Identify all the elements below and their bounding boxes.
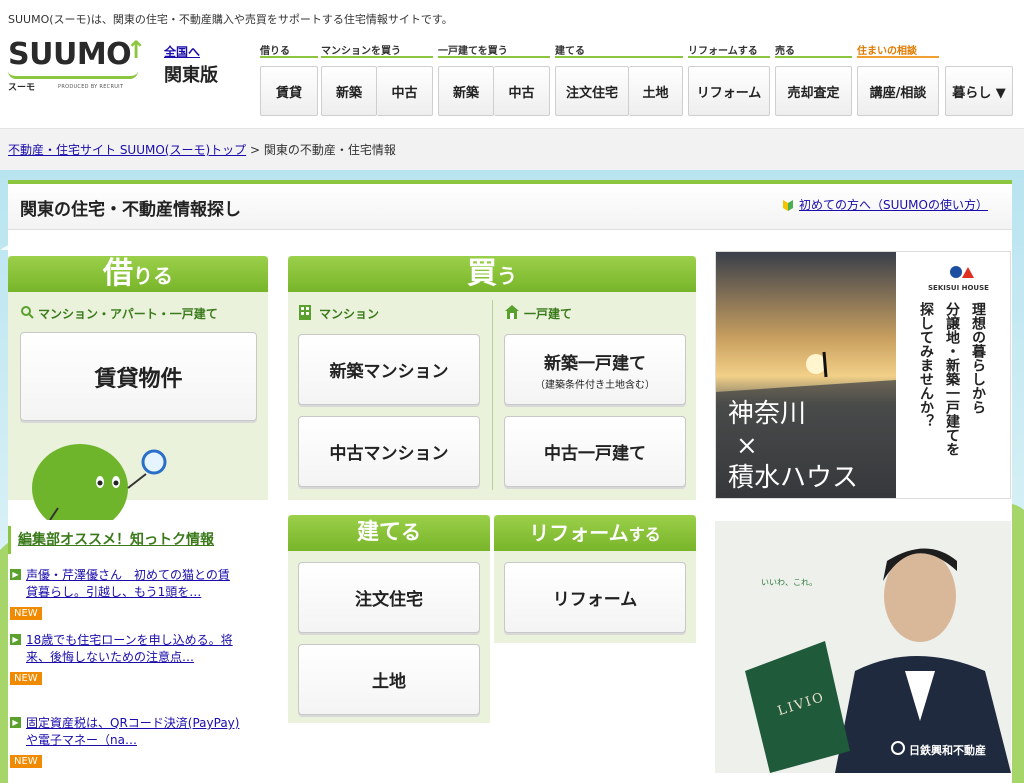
spokesperson-image	[745, 548, 1011, 773]
nav-group-label: 売る	[775, 42, 852, 58]
list-item: ▶ 声優・芹澤優さん 初めての猫との賃貸暮らし。引越し、もう1頭を… NEW	[10, 567, 240, 620]
buy-divider	[492, 300, 493, 490]
nav-group-rent: 借りる 賃貸	[260, 42, 318, 116]
nav-button-living-dropdown[interactable]: 暮らし ▼	[945, 66, 1013, 116]
help-link[interactable]: 初めての方へ（SUUMOの使い方）	[799, 196, 988, 213]
list-item: ▶ 18歳でも住宅ローンを申し込める。将来、後悔しないための注意点… NEW	[10, 632, 240, 685]
nav-button-used-house[interactable]: 中古	[494, 66, 550, 116]
buy-banner: 買う	[288, 256, 696, 292]
new-badge: NEW	[10, 672, 42, 685]
panel-title: 関東の住宅・不動産情報探し	[20, 200, 241, 220]
nav-group-buy-house: 一戸建てを買う 新築 中古	[438, 42, 550, 116]
nav-button-consult[interactable]: 講座/相談	[857, 66, 939, 116]
breadcrumb-current: 関東の不動産・住宅情報	[263, 143, 396, 157]
rent-subhead: マンション・アパート・一戸建て	[38, 307, 218, 321]
new-mansion-button[interactable]: 新築マンション	[298, 334, 480, 405]
logo-kana: スーモ	[8, 83, 36, 93]
nav-group-reform: リフォームする リフォーム	[688, 42, 770, 116]
land-button[interactable]: 土地	[298, 644, 480, 715]
ad1-place: 神奈川	[728, 399, 807, 429]
build-banner-sub: る	[401, 520, 421, 544]
recommend-title[interactable]: 編集部オススメ！知っトク情報	[18, 529, 214, 549]
house-icon	[504, 304, 520, 320]
buy-banner-main: 買	[467, 256, 497, 291]
new-badge: NEW	[10, 755, 42, 768]
ad2-tagline: いいわ、これ。	[761, 578, 818, 587]
breadcrumb-home-link[interactable]: 不動産・住宅サイト SUUMO(スーモ)トップ	[8, 143, 246, 157]
reform-banner-sub: する	[628, 525, 661, 544]
logo-arrow-icon: ↑	[126, 36, 147, 64]
buy-banner-sub: う	[497, 264, 517, 288]
list-item: ▶ 固定資産税は、QRコード決済(PayPay)や電子マネー（na… NEW	[10, 715, 240, 768]
arrow-right-icon: ▶	[10, 569, 21, 580]
nationwide-link[interactable]: 全国へ	[164, 43, 200, 60]
nav-group-label: マンションを買う	[321, 42, 433, 58]
rental-properties-button[interactable]: 賃貸物件	[20, 332, 257, 421]
nav-group-consult: 住まいの相談 講座/相談	[857, 42, 939, 116]
nav-button-appraisal[interactable]: 売却査定	[775, 66, 852, 116]
nav-group-label: 住まいの相談	[857, 42, 939, 58]
ad1-company: 積水ハウス	[728, 463, 859, 493]
search-icon	[20, 304, 34, 319]
build-banner-main: 建て	[356, 520, 401, 545]
reform-banner-main: リフォーム	[529, 521, 629, 545]
reform-banner: リフォームする	[494, 515, 696, 551]
rent-banner: 借りる	[8, 256, 268, 292]
new-house-note: （建築条件付き土地含む）	[535, 379, 655, 391]
used-mansion-button[interactable]: 中古マンション	[298, 416, 480, 487]
ad1-brand: SEKISUI HOUSE	[928, 284, 989, 292]
ad1-copy-line: 分譲地・新築一戸建てを	[944, 302, 960, 456]
mansion-subhead: マンション	[319, 307, 380, 321]
nav-button-custom-home[interactable]: 注文住宅	[555, 66, 629, 116]
nav-group-label: 建てる	[555, 42, 683, 58]
sekisui-logo-icon	[948, 264, 974, 278]
nav-group-build: 建てる 注文住宅 土地	[555, 42, 683, 116]
new-house-label: 新築一戸建て	[544, 353, 646, 374]
recommend-link[interactable]: 固定資産税は、QRコード決済(PayPay)や電子マネー（na…	[26, 715, 240, 749]
logo-produced-by: PRODUCED BY RECRUIT	[58, 84, 124, 90]
suumo-logo[interactable]: SUUMO ↑ スーモ PRODUCED BY RECRUIT	[8, 36, 158, 93]
nav-button-used-mansion[interactable]: 中古	[377, 66, 433, 116]
nav-button-land[interactable]: 土地	[629, 66, 683, 116]
house-subhead: 一戸建て	[524, 307, 573, 321]
breadcrumb-separator: >	[246, 143, 264, 157]
logo-swoosh	[8, 71, 138, 79]
used-house-button[interactable]: 中古一戸建て	[504, 416, 686, 487]
nav-group-label: 一戸建てを買う	[438, 42, 550, 58]
custom-home-button[interactable]: 注文住宅	[298, 562, 480, 633]
reform-button[interactable]: リフォーム	[504, 562, 686, 633]
recommend-link[interactable]: 18歳でも住宅ローンを申し込める。将来、後悔しないための注意点…	[26, 632, 240, 666]
suumo-mascot	[28, 438, 168, 532]
build-banner: 建てる	[288, 515, 490, 551]
arrow-right-icon: ▶	[10, 717, 21, 728]
arrow-right-icon: ▶	[10, 634, 21, 645]
nittetsu-logo-icon	[891, 741, 905, 755]
nav-group-living: 暮らし ▼	[945, 42, 1013, 116]
ad1-copy-line: 理想の暮らしから	[970, 302, 986, 414]
nav-button-reform[interactable]: リフォーム	[688, 66, 770, 116]
rent-banner-main: 借	[103, 256, 133, 291]
beginner-mark-icon	[782, 197, 794, 211]
site-tagline: SUUMO(スーモ)は、関東の住宅・不動産購入や売買をサポートする住宅情報サイト…	[8, 13, 453, 26]
nav-group-buy-mansion: マンションを買う 新築 中古	[321, 42, 433, 116]
livio-ad[interactable]: いいわ、これ。 LIVIO 日鉄興和不動産	[715, 521, 1011, 773]
ad2-company: 日鉄興和不動産	[909, 744, 986, 757]
nav-group-label	[945, 42, 1013, 58]
rent-banner-sub: りる	[133, 264, 173, 288]
region-name: 関東版	[164, 65, 218, 86]
nav-button-new-mansion[interactable]: 新築	[321, 66, 377, 116]
nav-button-new-house[interactable]: 新築	[438, 66, 494, 116]
breadcrumb: 不動産・住宅サイト SUUMO(スーモ)トップ > 関東の不動産・住宅情報	[8, 141, 396, 158]
nav-button-rental[interactable]: 賃貸	[260, 66, 318, 116]
ad1-cross: ×	[736, 431, 758, 461]
new-house-button[interactable]: 新築一戸建て （建築条件付き土地含む）	[504, 334, 686, 405]
nav-group-label: 借りる	[260, 42, 318, 58]
new-badge: NEW	[10, 607, 42, 620]
nav-group-sell: 売る 売却査定	[775, 42, 852, 116]
recommend-link[interactable]: 声優・芹澤優さん 初めての猫との賃貸暮らし。引越し、もう1頭を…	[26, 567, 240, 601]
ad1-copy-line: 探してみませんか？	[918, 302, 934, 428]
nav-group-label: リフォームする	[688, 42, 770, 58]
sekisui-house-ad[interactable]: 神奈川 × 積水ハウス SEKISUI HOUSE 理想の暮らしから 分譲地・新…	[715, 251, 1011, 499]
building-icon	[298, 304, 312, 320]
